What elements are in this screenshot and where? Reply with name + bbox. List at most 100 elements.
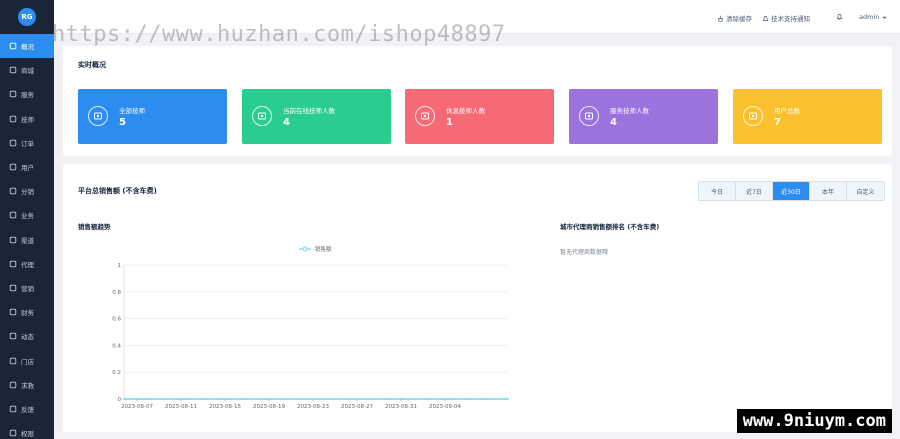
stat-card-value: 4 — [283, 117, 290, 128]
trend-title: 销售额趋势 — [78, 223, 111, 231]
sidebar-item-3[interactable]: 技师 — [0, 107, 54, 131]
sidebar-item-4[interactable]: 订单 — [0, 131, 54, 155]
user-icon — [9, 163, 17, 171]
range-button[interactable]: 今日 — [699, 182, 736, 200]
sidebar-item-7[interactable]: 业务 — [0, 203, 54, 227]
sidebar-item-2[interactable]: 服务 — [0, 82, 54, 106]
sidebar-item-11[interactable]: 财务 — [0, 300, 54, 324]
agent-icon — [9, 260, 17, 268]
sidebar-item-1[interactable]: 商城 — [0, 58, 54, 82]
sidebar: RG 概况商城服务技师订单用户分销业务 渠道 代理营销财务动态门店求救反馈权限 — [0, 0, 54, 439]
tech-notice-link[interactable]: 技术支持通知 — [762, 13, 810, 23]
range-button[interactable]: 本年 — [810, 182, 847, 200]
sidebar-item-label: 用户 — [21, 164, 34, 173]
users-icon — [743, 106, 763, 126]
stat-card[interactable]: 服务技师人数 4 — [569, 89, 718, 144]
clear-cache-link[interactable]: 清除缓存 — [717, 13, 752, 23]
stat-card-value: 7 — [774, 117, 781, 128]
sidebar-item-16[interactable]: 权限 — [0, 421, 54, 439]
sidebar-item-5[interactable]: 用户 — [0, 155, 54, 179]
data-point — [215, 398, 218, 400]
technician-icon — [88, 106, 108, 126]
sidebar-item-label: 动态 — [21, 333, 34, 342]
x-tick-label: 2023-08-31 — [385, 404, 417, 410]
notification-button[interactable] — [836, 13, 843, 20]
sidebar-item-label: 订单 — [21, 139, 34, 148]
data-point — [162, 398, 165, 400]
sidebar-item-label: 服务 — [21, 91, 34, 100]
shop-icon — [9, 66, 17, 74]
sidebar-item-15[interactable]: 反馈 — [0, 397, 54, 421]
logo-badge: RG — [18, 8, 36, 26]
data-point — [388, 398, 390, 400]
sidebar-item-label: 分销 — [21, 188, 34, 197]
tech-notice-label: 技术支持通知 — [771, 15, 810, 23]
marketing-icon — [9, 284, 17, 292]
data-point — [454, 398, 456, 400]
sidebar-item-0[interactable]: 概况 — [0, 34, 54, 59]
data-point — [480, 398, 483, 400]
stat-card[interactable]: 当前在线技师人数 4 — [242, 89, 391, 144]
user-menu[interactable]: admin — [859, 13, 888, 21]
data-point — [136, 398, 139, 400]
feedback-icon — [9, 405, 17, 413]
stat-card-label: 用户总数 — [774, 107, 800, 115]
data-point — [427, 398, 430, 400]
rest-icon — [415, 106, 435, 126]
sidebar-item-label: 营销 — [21, 284, 34, 293]
x-tick-label: 2023-08-07 — [121, 404, 153, 410]
stat-card[interactable]: 用户总数 7 — [733, 89, 882, 144]
service-icon — [9, 90, 17, 98]
business-icon — [9, 211, 17, 219]
data-point — [467, 398, 470, 400]
sidebar-item-12[interactable]: 动态 — [0, 324, 54, 348]
data-point — [268, 398, 271, 400]
data-point — [374, 398, 377, 400]
sidebar-item-label: 概况 — [21, 43, 34, 52]
sidebar-item-label: 商城 — [21, 67, 34, 76]
bell-icon — [836, 14, 843, 20]
sidebar-item-14[interactable]: 求救 — [0, 373, 54, 397]
x-tick-label: 2023-08-19 — [253, 404, 285, 410]
store-icon — [9, 357, 17, 365]
home-icon — [9, 42, 17, 50]
data-point — [321, 398, 324, 400]
channel-icon — [9, 236, 17, 244]
data-point — [335, 398, 337, 400]
stat-card[interactable]: 全部技师 5 — [78, 89, 227, 144]
y-tick-label: 0.8 — [112, 290, 121, 296]
top-header: 清除缓存 技术支持通知 admin — [54, 0, 900, 34]
stat-card[interactable]: 休息技师人数 1 — [405, 89, 554, 144]
data-point — [242, 398, 244, 400]
sidebar-item-9[interactable]: 代理 — [0, 252, 54, 276]
data-point — [401, 398, 403, 400]
username: admin — [859, 13, 880, 21]
sidebar-item-13[interactable]: 门店 — [0, 348, 54, 372]
sidebar-item-label: 求救 — [21, 381, 34, 390]
stat-card-value: 4 — [610, 117, 617, 128]
sidebar-item-label: 权限 — [21, 430, 34, 439]
range-selector: 今日 近7日 近30日 本年 自定义 — [698, 181, 885, 201]
sidebar-item-8[interactable]: 渠道 — [0, 228, 54, 252]
data-point — [361, 398, 364, 400]
stat-card-label: 服务技师人数 — [610, 107, 649, 115]
sos-icon — [9, 381, 17, 389]
sidebar-item-10[interactable]: 营销 — [0, 276, 54, 300]
data-point — [295, 398, 297, 400]
sidebar-item-6[interactable]: 分销 — [0, 179, 54, 203]
stat-card-value: 5 — [119, 117, 126, 128]
data-point — [440, 398, 443, 400]
stat-card-label: 当前在线技师人数 — [283, 107, 335, 115]
range-button[interactable]: 近30日 — [773, 182, 810, 200]
ranking-title: 城市代理商销售额排名 (不含车费) — [560, 223, 660, 231]
online-icon — [252, 106, 272, 126]
sidebar-item-label: 门店 — [21, 357, 34, 366]
logo[interactable]: RG — [0, 0, 54, 34]
data-point — [308, 398, 311, 400]
range-button[interactable]: 自定义 — [847, 182, 884, 200]
data-point — [507, 398, 509, 400]
range-button[interactable]: 近7日 — [736, 182, 773, 200]
sidebar-item-label: 技师 — [21, 115, 34, 124]
data-point — [149, 398, 152, 400]
sidebar-item-label: 财务 — [21, 309, 34, 318]
